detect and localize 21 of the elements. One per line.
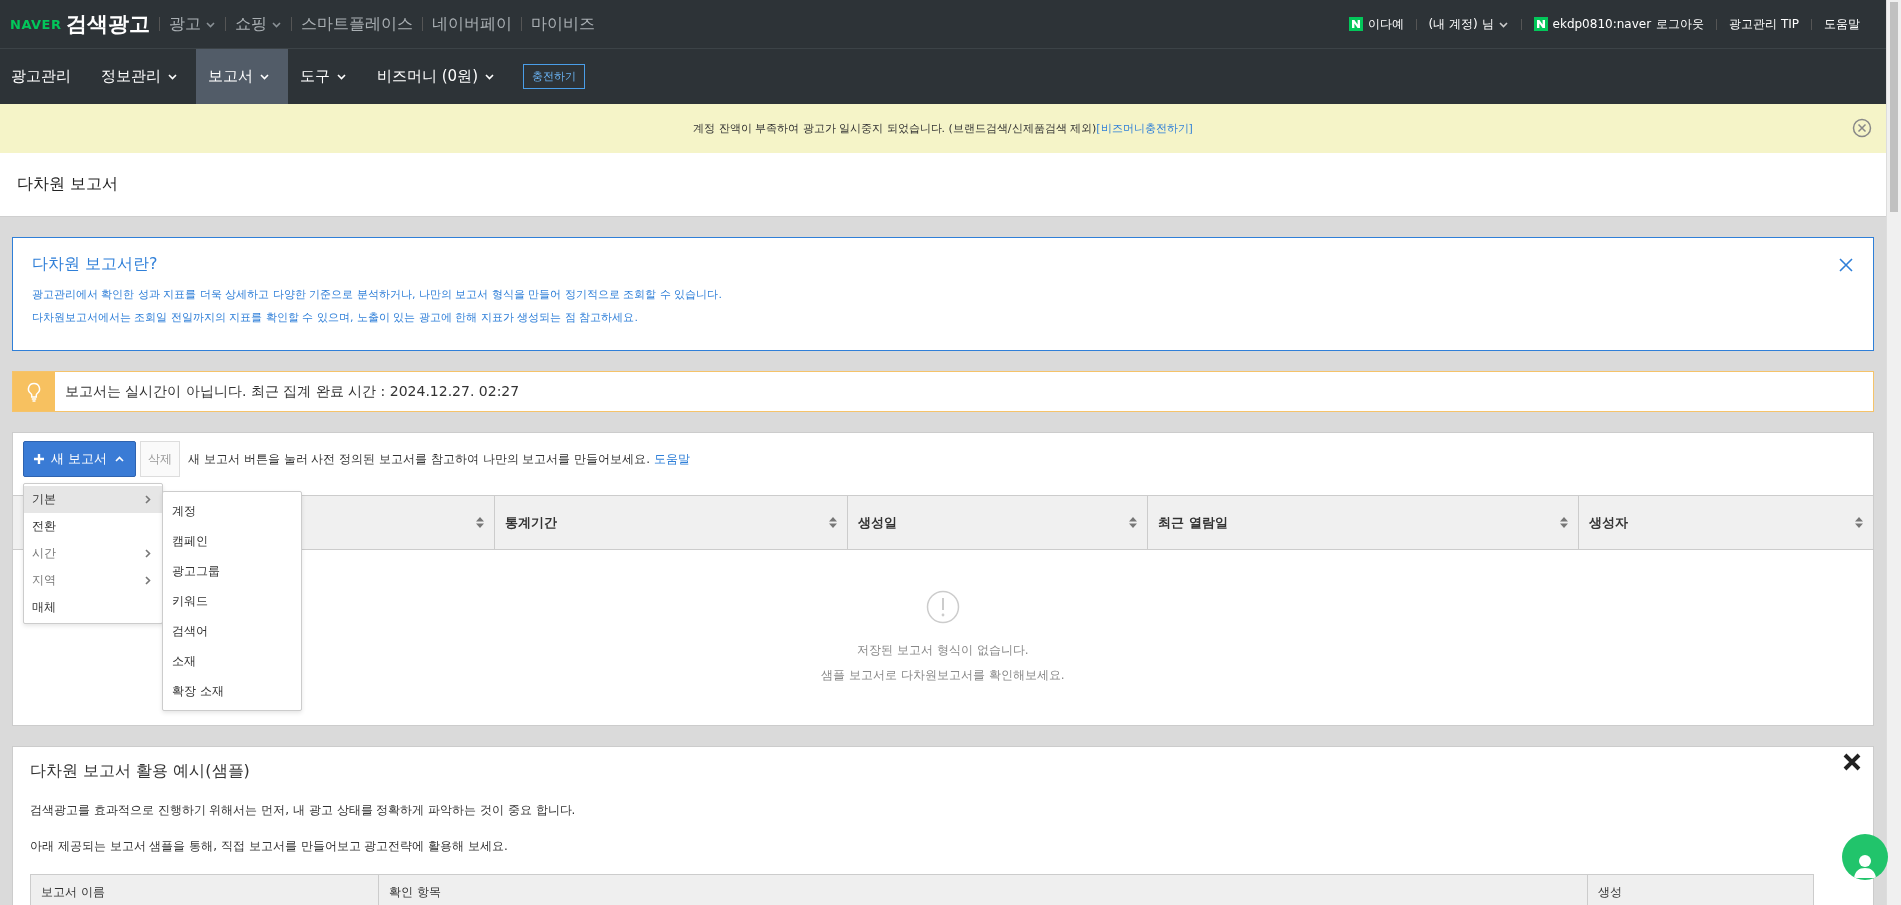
hint-text: 새 보고서 버튼을 눌러 사전 정의된 보고서를 참고하여 나만의 보고서를 만들어보세요. [188, 450, 651, 468]
sample-text: 아래 제공되는 보고서 샘플을 통해, 직접 보고서를 만들어보고 광고전략에 활용해 보세요. [30, 838, 509, 855]
info-text: 광고관리에서 확인한 성과 지표를 더욱 상세하고 다양한 기준으로 분석하거나, 나만의 보고서 형식을 만들어 정기적으로 조회할 수 있습니다. [32, 287, 723, 302]
info-title: 다차원 보고서란? [32, 254, 158, 275]
empty-message: 샘플 보고서로 다차원보고서를 확인해보세요. [821, 667, 1065, 684]
table-header-cell-text: 보고서 이름 [40, 883, 106, 901]
info-text: 다차원보고서에서는 조회일 전일까지의 지표를 확인할 수 있으며, 노출이 있는 광고에 한해 지표가 생성되는 점 참고하세요. [32, 310, 639, 325]
alert-message: 계정 잔액이 부족하여 광고가 일시중지 되었습니다. (브랜드검색/신제품검색 제외)[비즈머니충전하기] [693, 121, 1193, 136]
login-id: ekdp0810:naver [1552, 17, 1652, 31]
notice-text: 보고서는 실시간이 아닙니다. 최근 집계 완료 시간 : 2024.12.27. 02:27 [64, 382, 520, 401]
sample-text: 검색광고를 효과적으로 진행하기 위해서는 먼저, 내 광고 상태를 정확하게 파악하는 것이 중요 합니다. [30, 802, 577, 819]
sample-title: 다차원 보고서 활용 예시(샘플) [30, 761, 251, 782]
column-label: 최근 열람일 [1158, 513, 1228, 532]
user-name: 이다예 [1367, 15, 1404, 33]
column-label: 생성일 [858, 513, 897, 532]
column-label: 통계기간 [505, 513, 557, 532]
page-title: 다차원 보고서 [17, 174, 119, 195]
empty-message: 저장된 보고서 형식이 없습니다. [857, 642, 1029, 659]
column-label: 생성자 [1589, 513, 1628, 532]
table-header-cell: 확인 항목 [378, 875, 1587, 905]
table-header-cell: 생성 [1587, 875, 1813, 905]
